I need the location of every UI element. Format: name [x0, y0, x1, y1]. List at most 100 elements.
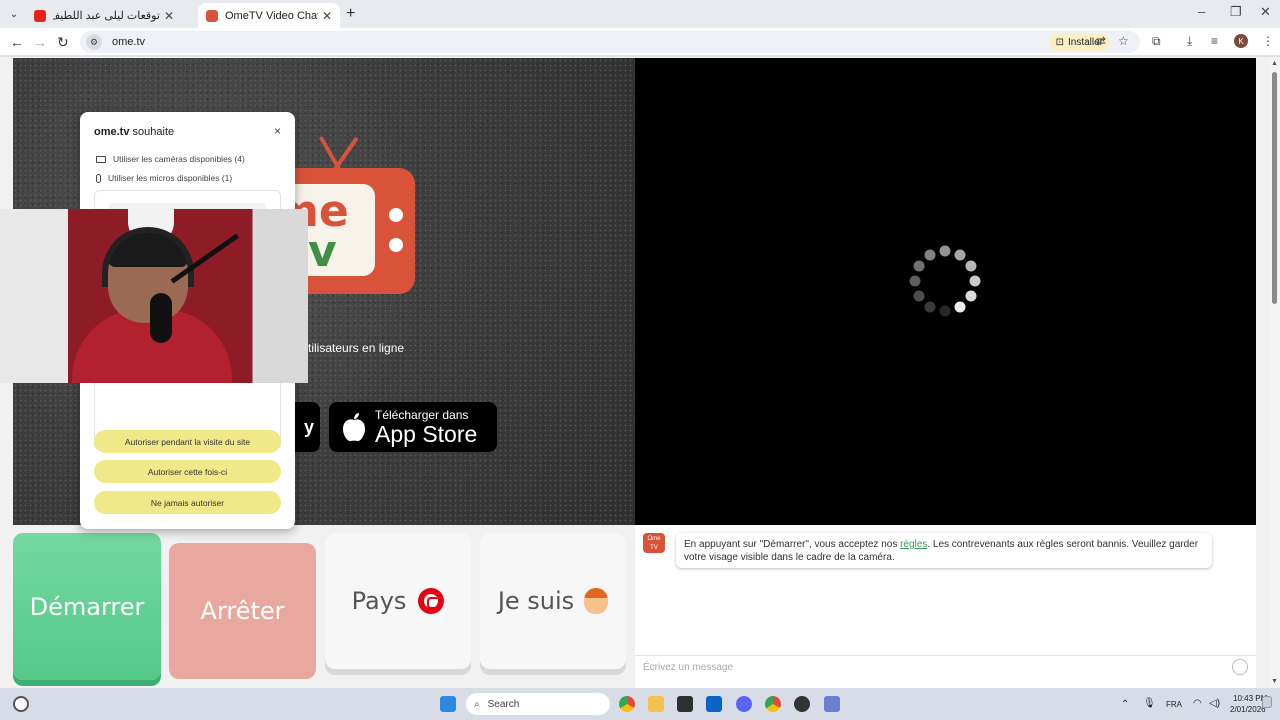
microphone-icon	[96, 173, 101, 183]
mic-tray-icon[interactable]: 🎙	[1143, 698, 1156, 709]
stop-button[interactable]: Arrêter	[169, 543, 316, 679]
discord-icon[interactable]	[736, 696, 752, 712]
microphone-icon	[150, 293, 172, 343]
webcam-overlay	[0, 209, 308, 383]
permission-title-suffix: souhaite	[132, 126, 175, 138]
spinner-dot	[954, 249, 966, 261]
new-tab-button[interactable]: +	[346, 5, 355, 23]
tunisia-flag-icon	[418, 588, 445, 614]
scroll-down-icon[interactable]: ▼	[1271, 678, 1278, 685]
address-bar[interactable]: ⚙ ome.tv	[80, 31, 1140, 53]
online-users-count: tilisateurs en ligne	[308, 341, 405, 355]
message-text-before: En appuyant sur "Démarrer", vous accepte…	[684, 539, 901, 550]
close-icon[interactable]: ×	[274, 124, 281, 138]
reload-icon[interactable]: ↻	[57, 34, 69, 51]
menu-kebab-icon[interactable]: ⋮	[1262, 34, 1274, 48]
tab-ometv[interactable]: OmeTV Video Chat — Omegle ✕	[198, 3, 340, 28]
back-icon[interactable]: ←	[10, 34, 24, 50]
mic-permission-row: Utiliser les micros disponibles (1)	[96, 173, 232, 183]
youtube-favicon-icon	[34, 9, 46, 22]
install-icon: ⊡	[1055, 36, 1064, 48]
tab-title: OmeTV Video Chat — Omegle	[225, 9, 318, 22]
allow-while-visiting-button[interactable]: Autoriser pendant la visite du site	[94, 430, 281, 453]
scroll-up-icon[interactable]: ▲	[1271, 60, 1278, 67]
notification-icon[interactable]	[1262, 696, 1272, 708]
input-language[interactable]: FRA	[1166, 700, 1182, 709]
bookmark-star-icon[interactable]: ☆	[1118, 34, 1129, 48]
boy-emoji-icon	[584, 588, 609, 614]
rules-link[interactable]: règles	[900, 539, 927, 550]
wifi-icon[interactable]: ◠	[1193, 698, 1202, 709]
gender-label: Je suis	[497, 587, 575, 615]
permission-site: ome.tv	[94, 126, 130, 138]
spinner-dot	[913, 290, 925, 302]
spinner-dot	[969, 275, 981, 287]
page-scrollbar[interactable]: ▲ ▼	[1269, 58, 1280, 688]
ometv-favicon-icon	[206, 9, 218, 22]
start-button[interactable]: Démarrer	[13, 533, 161, 680]
reading-list-icon[interactable]: ≡	[1211, 34, 1218, 48]
close-window-icon[interactable]: ✕	[1260, 4, 1271, 20]
file-explorer-icon[interactable]	[648, 696, 664, 712]
spinner-dot	[924, 249, 936, 261]
allow-this-time-label: Autoriser cette fois-ci	[147, 466, 228, 477]
spinner-dot	[913, 260, 925, 272]
search-icon: ⌕	[474, 698, 480, 710]
camera-icon	[96, 155, 106, 163]
chat-input-placeholder: Écrivez un message	[643, 662, 734, 673]
allow-while-visiting-label: Autoriser pendant la visite du site	[124, 436, 251, 447]
taskbar-search[interactable]: ⌕ Search	[466, 693, 610, 715]
tab-search-icon[interactable]: ⌄	[6, 6, 22, 22]
downloads-icon[interactable]: ⤓	[1187, 34, 1192, 49]
app-store-small-text: Télécharger dans	[375, 407, 469, 422]
spinner-dot	[954, 301, 966, 313]
close-icon[interactable]: ✕	[322, 9, 332, 23]
obs-icon[interactable]	[794, 696, 810, 712]
chrome-icon[interactable]	[619, 696, 635, 712]
camera-permission-text: Utiliser les caméras disponibles (4)	[113, 154, 245, 164]
app-icon[interactable]	[824, 696, 840, 712]
spinner-dot	[965, 260, 977, 272]
gender-button[interactable]: Je suis	[480, 533, 626, 669]
spinner-dot	[909, 275, 921, 287]
widgets-icon[interactable]	[13, 696, 29, 712]
store-icon[interactable]	[677, 696, 693, 712]
app-store-button[interactable]: Télécharger dans App Store	[329, 402, 497, 452]
tray-chevron-icon[interactable]: ⌃	[1121, 699, 1129, 710]
ometv-chat-avatar: Ome TV	[643, 533, 665, 553]
maximize-icon[interactable]: ❐	[1230, 4, 1242, 20]
windows-start-icon[interactable]	[440, 696, 456, 712]
emoji-icon[interactable]	[1232, 659, 1248, 675]
start-label: Démarrer	[29, 592, 145, 621]
app-store-big-text: App Store	[375, 420, 478, 447]
tab-title: توقعات ليلى عبد اللطيف لتونس	[53, 10, 160, 22]
never-allow-button[interactable]: Ne jamais autoriser	[94, 491, 281, 514]
allow-this-time-button[interactable]: Autoriser cette fois-ci	[94, 460, 281, 483]
clock-date[interactable]: 2/01/2026	[1230, 705, 1266, 714]
chat-message-input[interactable]: Écrivez un message	[635, 655, 1256, 679]
spinner-dot	[939, 245, 951, 257]
camera-permission-row: Utiliser les caméras disponibles (4)	[96, 154, 245, 164]
translate-icon[interactable]: ⇄	[1096, 34, 1106, 48]
spinner-dot	[939, 305, 951, 317]
mic-permission-text: Utiliser les micros disponibles (1)	[108, 173, 233, 183]
apple-icon	[343, 413, 365, 442]
mail-icon[interactable]	[706, 696, 722, 712]
close-icon[interactable]: ✕	[164, 9, 174, 23]
google-play-label: y	[303, 416, 314, 437]
chrome-profile-icon[interactable]	[765, 696, 781, 712]
tab-youtube[interactable]: توقعات ليلى عبد اللطيف لتونس ✕	[26, 3, 182, 28]
site-info-icon[interactable]: ⚙	[86, 34, 102, 50]
scroll-thumb[interactable]	[1272, 72, 1277, 304]
windows-taskbar: ⌕ Search ⌃ 🎙 FRA ◠ ◁) 10:43 PM 2/01/2026	[0, 688, 1280, 720]
extensions-icon[interactable]: ⧉	[1152, 34, 1161, 49]
forward-icon[interactable]: →	[33, 34, 47, 50]
country-label: Pays	[351, 587, 407, 615]
browser-toolbar: ← → ↻ ⚙ ome.tv ⊡ Installer ⇄ ☆ ⧉ ⤓ ≡ K ⋮	[0, 28, 1280, 56]
country-button[interactable]: Pays	[325, 533, 471, 669]
profile-avatar[interactable]: K	[1234, 34, 1248, 48]
volume-icon[interactable]: ◁)	[1209, 698, 1220, 709]
spinner-dot	[924, 301, 936, 313]
remote-video-area	[635, 58, 1256, 525]
minimize-icon[interactable]: –	[1198, 4, 1205, 19]
